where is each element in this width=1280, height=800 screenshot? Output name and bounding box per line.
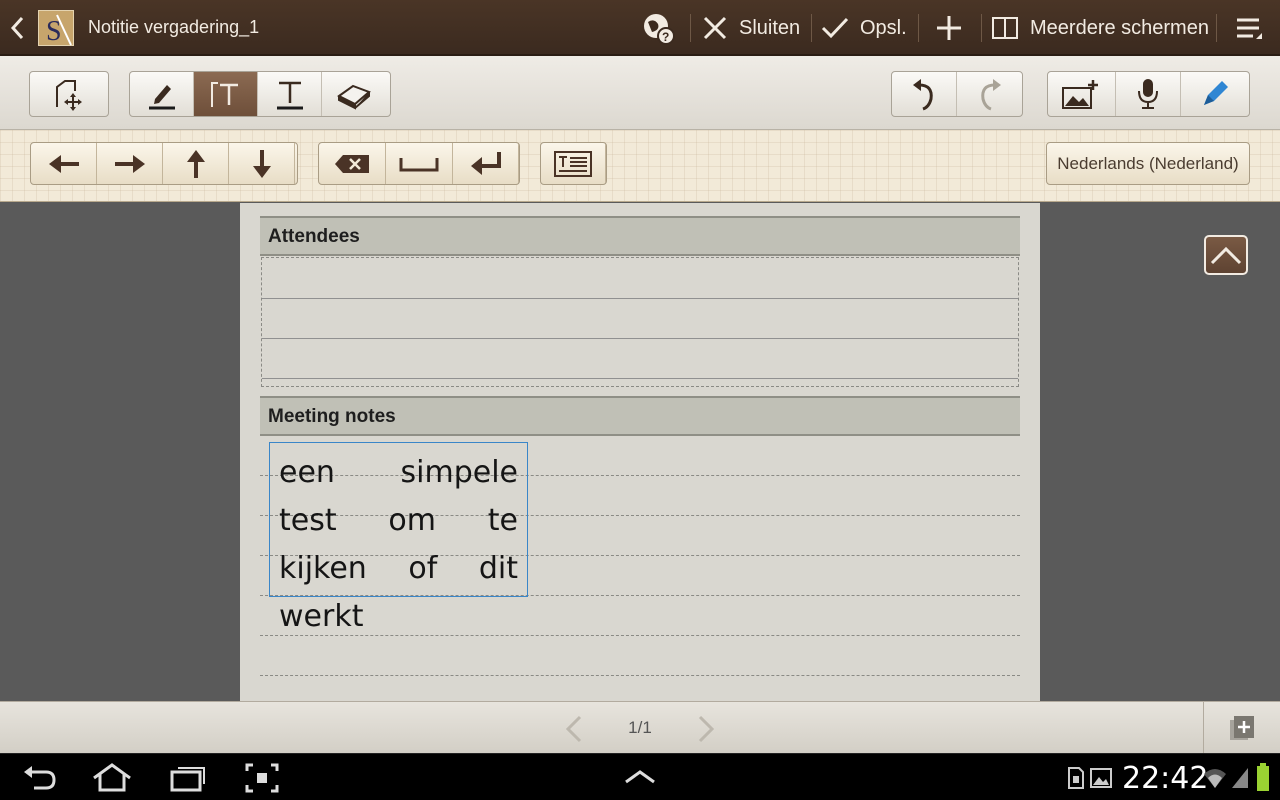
gallery-icon [1090,768,1112,788]
select-group [29,71,109,117]
eraser-icon [337,84,371,110]
redo-icon [980,79,1001,111]
microphone-icon [1138,79,1158,109]
collapse-toolbar-button[interactable] [1204,235,1248,275]
close-icon [703,16,727,40]
next-page-icon[interactable] [696,714,718,744]
ruled-line [262,378,1018,379]
app-icon[interactable]: S [38,10,74,47]
edit-keys-group [318,142,520,185]
home-icon[interactable] [90,762,134,794]
split-screen-icon [992,17,1018,39]
attendees-field[interactable] [261,257,1019,387]
enter-button[interactable] [453,143,519,184]
save-button[interactable]: Opsl. [820,0,907,56]
attendees-heading: Attendees [260,216,1020,256]
select-move-button[interactable] [30,72,108,116]
svg-text:?: ? [662,30,669,44]
add-page-button[interactable] [1203,702,1280,754]
arrow-right-icon [114,154,145,173]
note-text-box[interactable]: een simpele test om te kijken of dit wer… [269,442,528,634]
undo-button[interactable] [892,72,957,116]
cursor-down-button[interactable] [229,143,295,184]
space-button[interactable] [386,143,453,184]
cursor-right-button[interactable] [97,143,163,184]
arrow-up-icon [186,149,205,178]
ruled-line [260,635,1020,636]
title-bar: S Notitie vergadering_1 ? Sluiten Opsl. … [0,0,1280,56]
close-label: Sluiten [739,16,801,39]
arrow-left-icon [48,154,79,173]
backspace-button[interactable] [319,143,386,184]
note-page[interactable]: Attendees Meeting notes een simpele test… [240,203,1040,701]
language-selector[interactable]: Nederlands (Nederland) [1046,142,1250,185]
back-nav-icon[interactable] [20,762,58,794]
previous-page-icon[interactable] [562,714,584,744]
close-button[interactable]: Sluiten [702,0,800,56]
insert-group [1047,71,1250,117]
check-icon [821,17,849,39]
pen-settings-icon [1204,81,1229,105]
meeting-notes-heading: Meeting notes [260,396,1020,436]
battery-icon [1257,763,1269,791]
text-box-tool-button[interactable] [194,72,258,116]
add-page-icon [1230,716,1254,740]
back-icon[interactable] [8,14,28,42]
insert-image-button[interactable] [1048,72,1116,116]
enter-icon [470,151,501,175]
signal-icon [1232,768,1248,788]
multiscreen-button[interactable]: Meerdere schermen [991,0,1209,56]
arrow-down-icon [252,149,271,178]
voice-button[interactable] [1116,72,1182,116]
text-tool-button[interactable] [258,72,322,116]
keyboard-toggle-group [540,142,607,185]
text-icon [276,81,303,110]
tool-group [129,71,391,117]
wifi-icon [1204,769,1226,788]
cursor-left-button[interactable] [31,143,97,184]
menu-button[interactable] [1234,0,1264,56]
space-icon [399,157,439,171]
chevron-up-icon[interactable] [622,762,658,792]
recent-apps-icon[interactable] [168,762,208,794]
add-button[interactable] [934,0,964,56]
page-navigation-bar: 1/1 [0,701,1280,754]
screenshot-icon[interactable] [244,762,280,794]
ruled-line [260,675,1020,676]
eraser-tool-button[interactable] [322,72,386,116]
ruled-line [262,298,1018,299]
pen-settings-button[interactable] [1181,72,1249,116]
menu-icon [1237,18,1262,39]
sd-card-icon [1068,767,1084,789]
undo-redo-group [891,71,1023,117]
multiscreen-label: Meerdere schermen [1030,16,1209,39]
cursor-nav-group [30,142,298,185]
undo-icon [913,79,933,111]
insert-image-icon [1062,80,1099,109]
chevron-up-icon [1210,246,1242,265]
plus-icon [937,16,961,40]
save-label: Opsl. [860,16,907,39]
ruled-line [262,338,1018,339]
clock: 22:42 [1122,761,1209,796]
text-box-icon [210,82,238,107]
text-entry-icon [554,150,592,177]
help-button[interactable]: ? [640,0,676,56]
redo-button[interactable] [957,72,1022,116]
cursor-up-button[interactable] [163,143,229,184]
pen-tool-button[interactable] [130,72,194,116]
keyboard-toggle-button[interactable] [541,143,606,184]
backspace-icon [335,154,369,173]
system-navigation-bar: 22:42 [0,753,1280,800]
page-title: Notitie vergadering_1 [88,17,260,37]
select-move-icon [56,80,82,111]
drawing-toolbar [0,56,1280,130]
pen-icon [148,85,175,110]
globe-help-icon: ? [644,14,675,45]
page-indicator: 1/1 [628,718,652,737]
